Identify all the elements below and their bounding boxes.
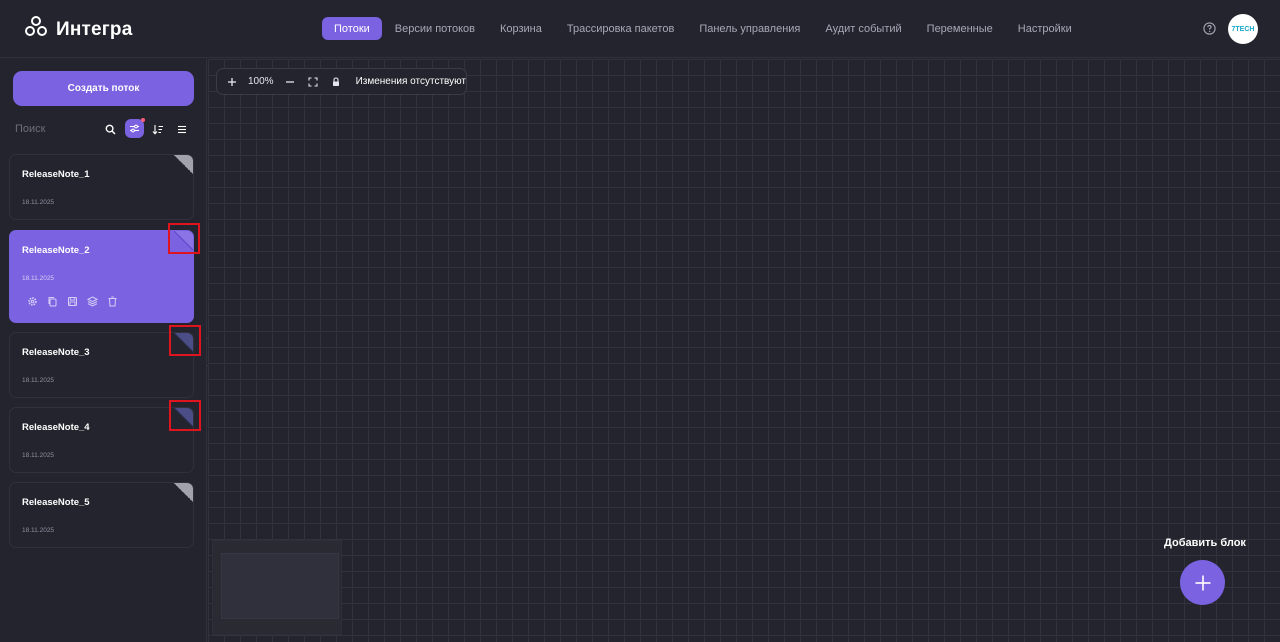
help-icon[interactable]	[1203, 22, 1216, 35]
flow-status-corner	[174, 408, 193, 427]
logo-text: Интегра	[56, 18, 133, 40]
flow-title: ReleaseNote_4	[22, 422, 90, 433]
add-block-label: Добавить блок	[1164, 537, 1246, 549]
create-flow-button[interactable]: Создать поток	[13, 71, 194, 106]
tab-packet-tracing[interactable]: Трассировка пакетов	[555, 17, 686, 40]
minimap-viewport[interactable]	[221, 553, 339, 619]
logo-icon	[24, 15, 48, 44]
app-root: Интегра Потоки Версии потоков Корзина Тр…	[0, 0, 1280, 642]
flow-date: 18.11.2025	[22, 452, 55, 459]
logo[interactable]: Интегра	[24, 15, 133, 44]
changes-status: Изменения отсутствуют	[355, 76, 466, 87]
layers-icon[interactable]	[86, 295, 98, 307]
save-icon[interactable]	[66, 295, 78, 307]
filter-icon[interactable]	[125, 118, 145, 138]
filter-active-dot	[141, 118, 145, 122]
flow-date: 18.11.2025	[22, 527, 55, 534]
flow-title: ReleaseNote_2	[22, 245, 90, 256]
search-icon[interactable]	[100, 119, 120, 139]
zoom-in-icon[interactable]	[225, 75, 239, 89]
trash-icon[interactable]	[106, 295, 118, 307]
flow-status-corner	[174, 231, 193, 250]
tab-flow-versions[interactable]: Версии потоков	[383, 17, 487, 40]
tab-trash[interactable]: Корзина	[488, 17, 554, 40]
menu-icon[interactable]	[172, 119, 192, 139]
flow-date: 18.11.2025	[22, 275, 55, 282]
flow-card[interactable]: ReleaseNote_4 18.11.2025	[9, 407, 194, 473]
flow-canvas[interactable]	[208, 59, 1280, 642]
flow-card[interactable]: ReleaseNote_3 18.11.2025	[9, 332, 194, 398]
tab-variables[interactable]: Переменные	[915, 17, 1005, 40]
plus-icon	[1195, 575, 1210, 590]
lock-icon[interactable]	[329, 75, 343, 89]
tab-dashboard[interactable]: Панель управления	[687, 17, 812, 40]
flow-actions	[26, 295, 118, 307]
minimap[interactable]	[212, 540, 342, 635]
search-input[interactable]	[15, 121, 100, 137]
tab-event-audit[interactable]: Аудит событий	[813, 17, 913, 40]
flow-card[interactable]: ReleaseNote_1 18.11.2025	[9, 154, 194, 220]
flow-status-corner	[174, 333, 193, 352]
flow-status-corner	[174, 483, 193, 502]
tab-settings[interactable]: Настройки	[1006, 17, 1084, 40]
flow-title: ReleaseNote_1	[22, 169, 90, 180]
flow-card-selected[interactable]: ReleaseNote_2 18.11.2025	[9, 230, 194, 323]
main-nav: Потоки Версии потоков Корзина Трассировк…	[322, 17, 1085, 40]
tab-flows[interactable]: Потоки	[322, 17, 382, 40]
top-bar: Интегра Потоки Версии потоков Корзина Тр…	[0, 0, 1280, 58]
sort-icon[interactable]	[148, 119, 168, 139]
zoom-out-icon[interactable]	[283, 75, 297, 89]
canvas-toolbar: 100% Изменения отсутствуют	[216, 68, 467, 95]
flow-date: 18.11.2025	[22, 377, 55, 384]
fit-view-icon[interactable]	[306, 75, 320, 89]
user-avatar[interactable]: 7TECH	[1228, 14, 1258, 44]
zoom-level: 100%	[248, 76, 274, 87]
flow-title: ReleaseNote_5	[22, 497, 90, 508]
search-row	[15, 118, 195, 139]
flows-sidebar: Создать поток Поиск ReleaseNote_1 18.11.…	[0, 59, 207, 642]
flow-title: ReleaseNote_3	[22, 347, 90, 358]
settings-icon[interactable]	[26, 295, 38, 307]
flow-card[interactable]: ReleaseNote_5 18.11.2025	[9, 482, 194, 548]
copy-icon[interactable]	[46, 295, 58, 307]
flow-date: 18.11.2025	[22, 199, 55, 206]
add-block-button[interactable]	[1180, 560, 1225, 605]
flow-status-corner	[174, 155, 193, 174]
